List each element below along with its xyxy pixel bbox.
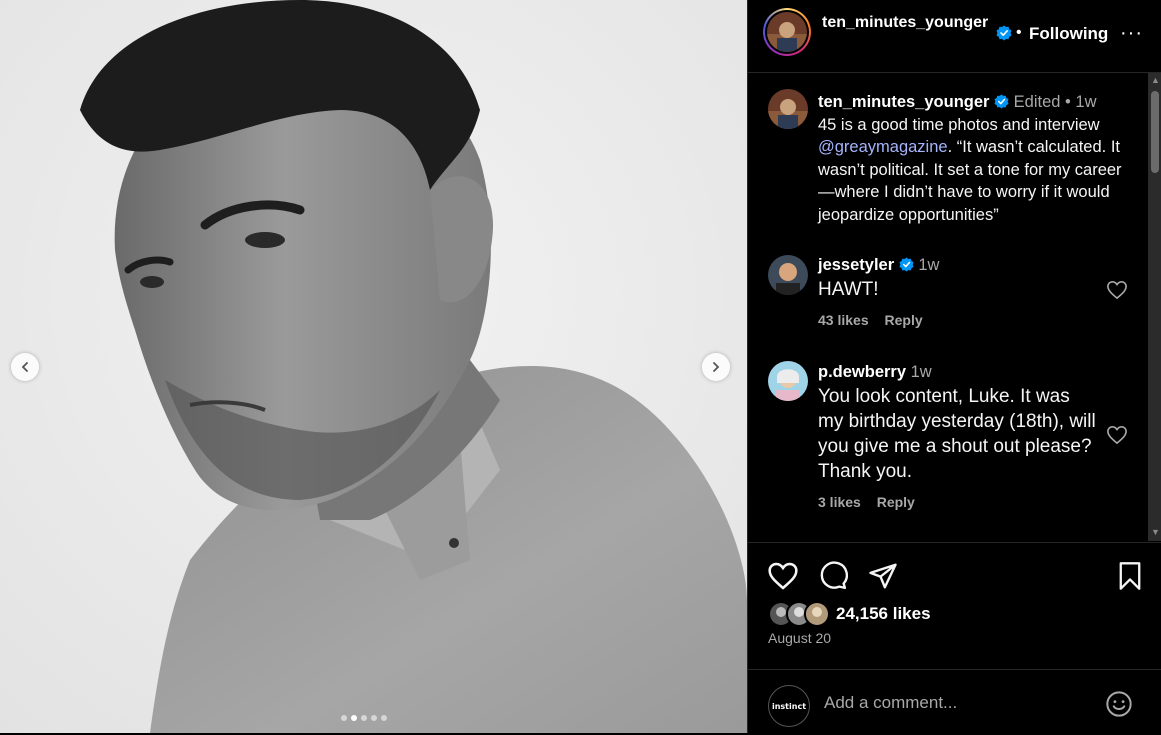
likes-summary[interactable]: 24,156 likes <box>768 601 931 627</box>
commenter-avatar[interactable] <box>768 255 808 295</box>
post-caption: ten_minutes_younger Edited • 1w 45 is a … <box>818 91 1138 226</box>
carousel-dot <box>361 715 367 721</box>
comment-icon[interactable] <box>818 561 848 591</box>
heart-icon[interactable] <box>1106 280 1128 300</box>
previous-slide-button[interactable] <box>11 353 39 381</box>
current-user-avatar[interactable]: instinct <box>768 685 810 727</box>
add-comment-input[interactable] <box>822 692 1096 714</box>
scroll-up-arrow-icon[interactable]: ▲ <box>1151 75 1160 85</box>
post-date[interactable]: August 20 <box>768 630 831 646</box>
reply-button[interactable]: Reply <box>877 494 915 510</box>
scroll-down-arrow-icon[interactable]: ▼ <box>1151 527 1160 537</box>
chevron-left-icon <box>21 362 28 372</box>
carousel-dot <box>341 715 347 721</box>
emoji-icon[interactable] <box>1105 690 1133 718</box>
comment-likes[interactable]: 3 likes <box>818 494 861 510</box>
comments-list: ten_minutes_younger Edited • 1w 45 is a … <box>748 73 1148 541</box>
liker-avatar <box>804 601 830 627</box>
heart-icon[interactable] <box>1106 425 1128 445</box>
meta-separator: • <box>1065 93 1071 111</box>
comments-scrollbar[interactable]: ▲ ▼ <box>1148 73 1161 541</box>
comment-item: jessetyler 1w HAWT! 43 likes Reply <box>818 256 1098 328</box>
bookmark-icon[interactable] <box>1116 561 1144 591</box>
comment-text: HAWT! <box>818 279 879 300</box>
edited-label: Edited <box>1013 93 1061 111</box>
chevron-right-icon <box>713 362 720 372</box>
author-username[interactable]: ten_minutes_younger <box>822 12 992 33</box>
carousel-dot <box>371 715 377 721</box>
comment-item: p.dewberry 1w You look content, Luke. It… <box>818 363 1098 510</box>
add-comment-bar: instinct <box>748 669 1161 735</box>
portrait-photo <box>0 0 747 733</box>
carousel-dot <box>381 715 387 721</box>
comment-age: 1w <box>918 256 940 274</box>
caption-age: 1w <box>1075 93 1097 111</box>
carousel-dot-active <box>351 715 357 721</box>
more-options-button[interactable]: ··· <box>1120 22 1143 45</box>
comment-username[interactable]: jessetyler <box>818 256 894 274</box>
author-avatar[interactable] <box>763 8 811 56</box>
commenter-avatar[interactable] <box>768 361 808 401</box>
header-separator: • <box>1016 24 1022 41</box>
reply-button[interactable]: Reply <box>885 312 923 328</box>
paper-plane-icon[interactable] <box>868 561 898 591</box>
post-media <box>0 0 747 733</box>
caption-text: 45 is a good time photos and interview <box>818 115 1100 134</box>
verified-badge-icon <box>899 257 914 272</box>
likes-count[interactable]: 24,156 likes <box>836 604 931 624</box>
comment-text: You look content, Luke. It was my birthd… <box>818 386 1096 482</box>
verified-badge-icon <box>994 94 1009 109</box>
next-slide-button[interactable] <box>702 353 730 381</box>
comment-likes[interactable]: 43 likes <box>818 312 869 328</box>
verified-badge-icon <box>996 25 1012 41</box>
caption-username[interactable]: ten_minutes_younger <box>818 93 989 111</box>
following-button[interactable]: Following <box>1029 24 1108 44</box>
post-header: ten_minutes_younger • Following ··· <box>748 0 1161 73</box>
comment-username[interactable]: p.dewberry <box>818 363 906 381</box>
post-actions: 24,156 likes August 20 instinct <box>748 542 1161 734</box>
mention-link[interactable]: @greaymagazine <box>818 138 948 156</box>
caption-author-avatar[interactable] <box>768 89 808 129</box>
heart-icon[interactable] <box>767 561 799 591</box>
post-sidebar: ten_minutes_younger • Following ··· ten_… <box>747 0 1161 733</box>
author-avatar-image <box>767 12 807 52</box>
carousel-indicator <box>341 715 387 721</box>
comment-age: 1w <box>910 363 932 381</box>
scrollbar-thumb[interactable] <box>1151 91 1159 173</box>
